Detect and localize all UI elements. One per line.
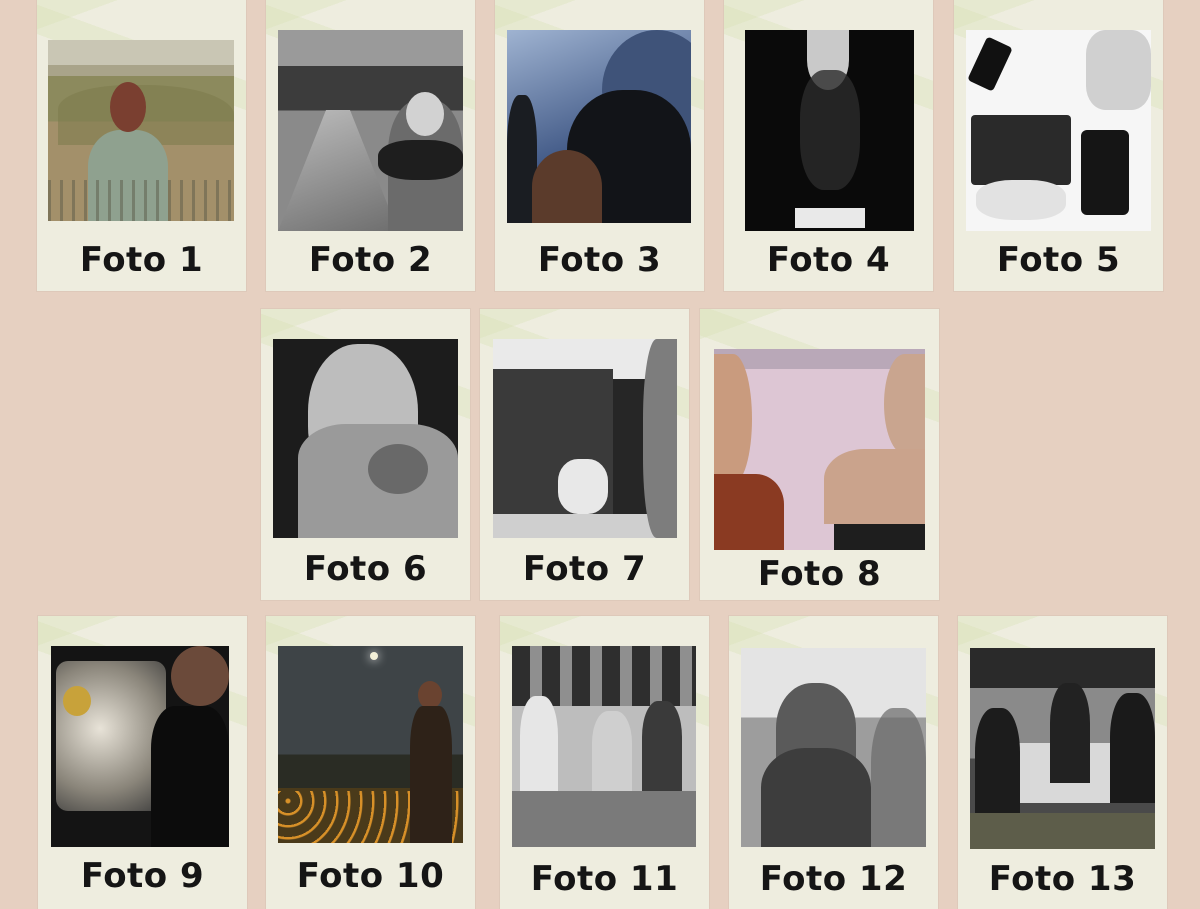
photo-card-3[interactable]: Foto 3 [495, 0, 704, 291]
photo-1-caption: Foto 1 [79, 240, 204, 280]
photo-3-caption: Foto 3 [537, 240, 662, 280]
photo-7-caption: Foto 7 [522, 549, 647, 589]
photo-card-10[interactable]: Foto 10 [266, 616, 475, 909]
photo-card-1[interactable]: Foto 1 [37, 0, 246, 291]
photo-8-caption: Foto 8 [757, 554, 882, 594]
photo-9-image [51, 646, 229, 847]
photo-11-caption: Foto 11 [530, 859, 679, 899]
photo-4-caption: Foto 4 [766, 240, 891, 280]
photo-12-caption: Foto 12 [759, 859, 908, 899]
photo-card-11[interactable]: Foto 11 [500, 616, 709, 909]
photo-12-image [741, 648, 926, 847]
photo-3-image [507, 30, 691, 223]
photo-6-image [273, 339, 458, 538]
photo-card-13[interactable]: Foto 13 [958, 616, 1167, 909]
photo-card-4[interactable]: Foto 4 [724, 0, 933, 291]
photo-1-image [48, 40, 234, 221]
photo-4-image [745, 30, 914, 231]
photo-11-image [512, 646, 696, 847]
photo-card-12[interactable]: Foto 12 [729, 616, 938, 909]
photo-card-5[interactable]: Foto 5 [954, 0, 1163, 291]
photo-2-image [278, 30, 463, 231]
photo-card-6[interactable]: Foto 6 [261, 309, 470, 600]
photo-9-caption: Foto 9 [80, 856, 205, 896]
photo-5-image [966, 30, 1151, 231]
photo-13-image [970, 648, 1155, 849]
photo-6-caption: Foto 6 [303, 549, 428, 589]
photo-card-9[interactable]: Foto 9 [38, 616, 247, 909]
photo-10-image [278, 646, 463, 843]
photo-card-8[interactable]: Foto 8 [700, 309, 939, 600]
photo-card-7[interactable]: Foto 7 [480, 309, 689, 600]
photo-card-2[interactable]: Foto 2 [266, 0, 475, 291]
photo-10-caption: Foto 10 [296, 856, 445, 896]
photo-5-caption: Foto 5 [996, 240, 1121, 280]
photo-8-image [714, 349, 925, 550]
photo-7-image [493, 339, 677, 538]
photo-2-caption: Foto 2 [308, 240, 433, 280]
photo-13-caption: Foto 13 [988, 859, 1137, 899]
